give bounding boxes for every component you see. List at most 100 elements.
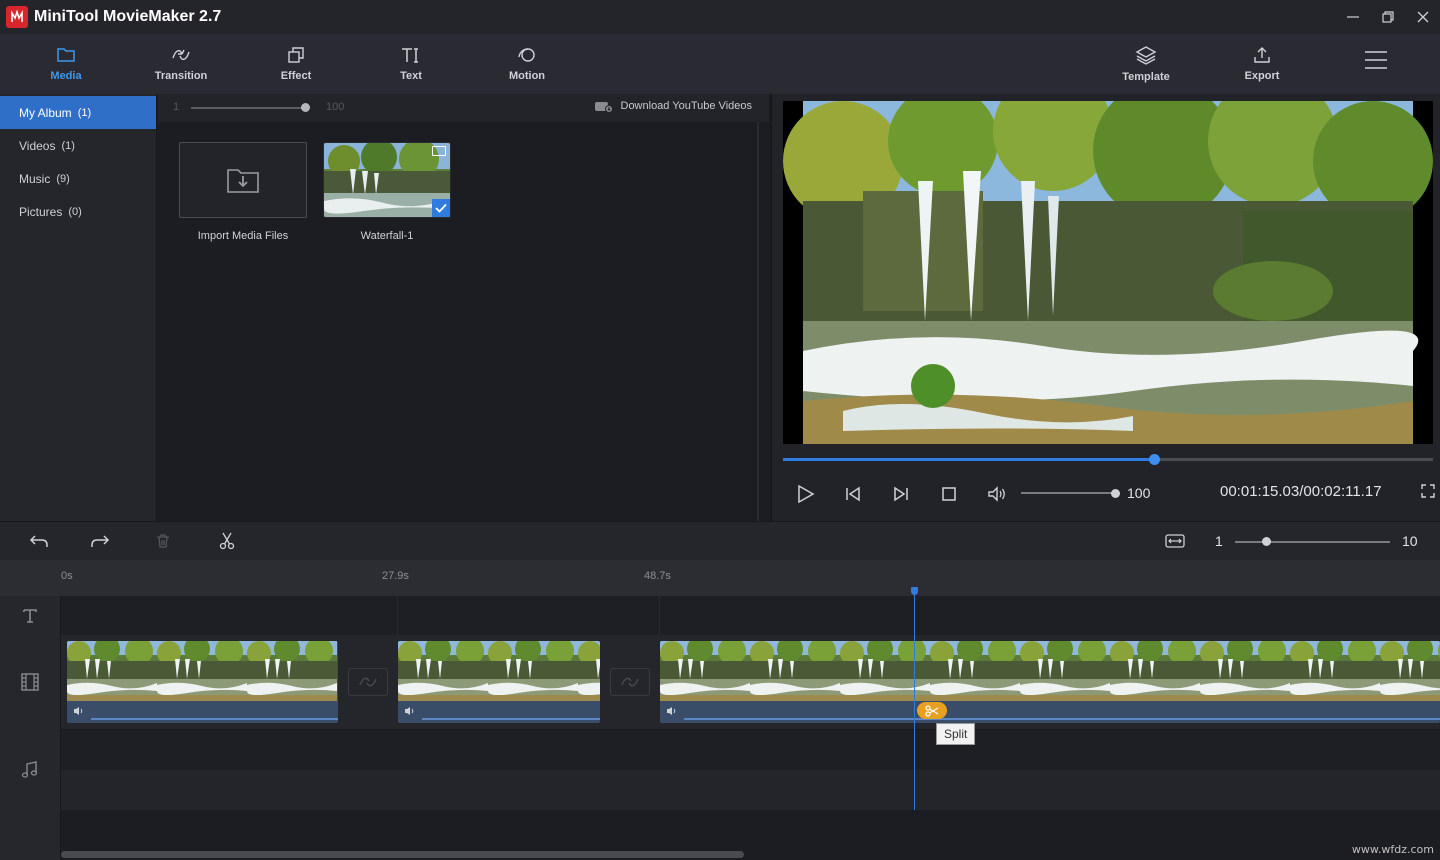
- clip-volume-icon: [667, 707, 676, 715]
- template-label: Template: [1122, 71, 1170, 83]
- clip-frame: [930, 641, 1020, 701]
- tab-transition-label: Transition: [154, 70, 208, 82]
- zoom-slider[interactable]: [1235, 541, 1390, 543]
- media-library: 1 100 Download YouTube Videos Import Med…: [158, 94, 769, 521]
- media-clip-box[interactable]: [323, 142, 451, 218]
- thumb-size-max: 100: [326, 101, 345, 113]
- delete-button[interactable]: [151, 530, 175, 552]
- import-media-tile[interactable]: Import Media Files: [179, 142, 307, 242]
- undo-button[interactable]: [27, 530, 51, 552]
- close-icon: [1417, 11, 1428, 23]
- media-clip-waterfall[interactable]: Waterfall-1: [323, 142, 451, 242]
- clip-frame: [578, 641, 600, 701]
- thumb-size-knob[interactable]: [301, 103, 310, 112]
- next-frame-button[interactable]: [889, 482, 913, 506]
- stop-button[interactable]: [937, 482, 961, 506]
- sidebar-item-label: Pictures: [19, 204, 63, 219]
- sidebar-item-music[interactable]: Music (9): [0, 162, 156, 195]
- video-type-icon: [432, 146, 446, 156]
- media-scrollbar[interactable]: [757, 122, 759, 521]
- previous-frame-button[interactable]: [841, 482, 865, 506]
- split-scissors-icon: [925, 704, 939, 717]
- clip-frame: [1110, 641, 1200, 701]
- timeline-clip[interactable]: [398, 641, 600, 723]
- minimize-button[interactable]: [1335, 0, 1370, 34]
- timeline-clip[interactable]: [660, 641, 1440, 723]
- tab-effect[interactable]: Effect: [251, 34, 341, 94]
- media-clip-thumbnail: [324, 143, 450, 217]
- playhead-handle[interactable]: [911, 587, 918, 595]
- timeline-scrollbar[interactable]: [61, 851, 744, 858]
- timeline-clip[interactable]: [67, 641, 338, 723]
- preview-progress-knob[interactable]: [1148, 454, 1160, 465]
- download-youtube-button[interactable]: Download YouTube Videos: [594, 100, 752, 112]
- restore-button[interactable]: [1370, 0, 1405, 34]
- clip-audio[interactable]: [67, 701, 338, 723]
- split-tooltip: Split: [936, 723, 976, 745]
- upload-icon: [1254, 47, 1270, 63]
- ruler-mark: 0s: [61, 570, 73, 582]
- transition-slot[interactable]: [348, 668, 388, 696]
- clip-frames: [67, 641, 337, 701]
- selected-check-icon[interactable]: [432, 199, 450, 217]
- previous-frame-icon: [846, 486, 860, 502]
- template-button[interactable]: Template: [1101, 34, 1191, 94]
- export-label: Export: [1244, 70, 1280, 82]
- sidebar-item-videos[interactable]: Videos (1): [0, 129, 156, 162]
- text-track[interactable]: [61, 596, 1440, 635]
- music-track-header: [0, 729, 61, 810]
- play-icon: [798, 484, 815, 504]
- split-button[interactable]: [917, 702, 947, 719]
- clip-audio[interactable]: [398, 701, 600, 723]
- film-strip-icon: [21, 673, 39, 691]
- music-track[interactable]: [61, 729, 1440, 770]
- menu-button[interactable]: [1364, 50, 1390, 76]
- fit-timeline-button[interactable]: [1163, 530, 1187, 552]
- transition-slot[interactable]: [610, 668, 650, 696]
- zoom-max: 10: [1402, 533, 1418, 549]
- time-ruler[interactable]: 0s 27.9s 48.7s: [0, 560, 1440, 596]
- clip-frame: [1200, 641, 1290, 701]
- stop-icon: [942, 487, 956, 501]
- app-window: MiniTool MovieMaker 2.7 Media Transition…: [0, 0, 1440, 860]
- music-track-2[interactable]: [61, 770, 1440, 810]
- tab-motion[interactable]: Motion: [482, 34, 572, 94]
- text-icon: [402, 48, 418, 63]
- preview-progress-bar[interactable]: [783, 454, 1433, 465]
- zoom-knob[interactable]: [1262, 537, 1271, 546]
- folder-icon: [57, 48, 75, 62]
- thumb-size-slider[interactable]: [191, 107, 306, 109]
- scissors-button[interactable]: [215, 530, 239, 552]
- playhead[interactable]: [914, 590, 915, 810]
- sidebar-item-label: Music: [19, 171, 51, 186]
- volume-slider[interactable]: [1021, 492, 1116, 494]
- import-media-label: Import Media Files: [197, 230, 289, 242]
- layers-icon: [1135, 46, 1157, 65]
- empty-track-header: [0, 810, 61, 860]
- tab-transition[interactable]: Transition: [136, 34, 226, 94]
- window-controls: [1335, 0, 1440, 34]
- clip-frame: [840, 641, 930, 701]
- export-button[interactable]: Export: [1217, 34, 1307, 94]
- sidebar-item-count: (1): [61, 139, 75, 152]
- tab-media[interactable]: Media: [21, 34, 111, 94]
- transition-slot-icon: [621, 677, 639, 687]
- sidebar-item-count: (9): [56, 172, 70, 185]
- zoom-min: 1: [1215, 533, 1223, 549]
- redo-icon: [91, 535, 110, 547]
- volume-button[interactable]: [985, 482, 1009, 506]
- redo-button[interactable]: [88, 530, 112, 552]
- sidebar-item-pictures[interactable]: Pictures (0): [0, 195, 156, 228]
- sidebar-item-my-album[interactable]: My Album (1): [0, 96, 156, 129]
- ruler-mark: 27.9s: [382, 570, 409, 582]
- sidebar-item-label: My Album: [19, 105, 72, 120]
- volume-knob[interactable]: [1111, 489, 1120, 498]
- import-media-box[interactable]: [179, 142, 307, 218]
- tab-media-label: Media: [50, 70, 82, 82]
- text-track-header: [0, 596, 61, 635]
- play-button[interactable]: [793, 482, 817, 506]
- tab-text[interactable]: Text: [366, 34, 456, 94]
- clip-audio[interactable]: [660, 701, 1440, 723]
- fullscreen-button[interactable]: [1421, 484, 1435, 503]
- close-button[interactable]: [1405, 0, 1440, 34]
